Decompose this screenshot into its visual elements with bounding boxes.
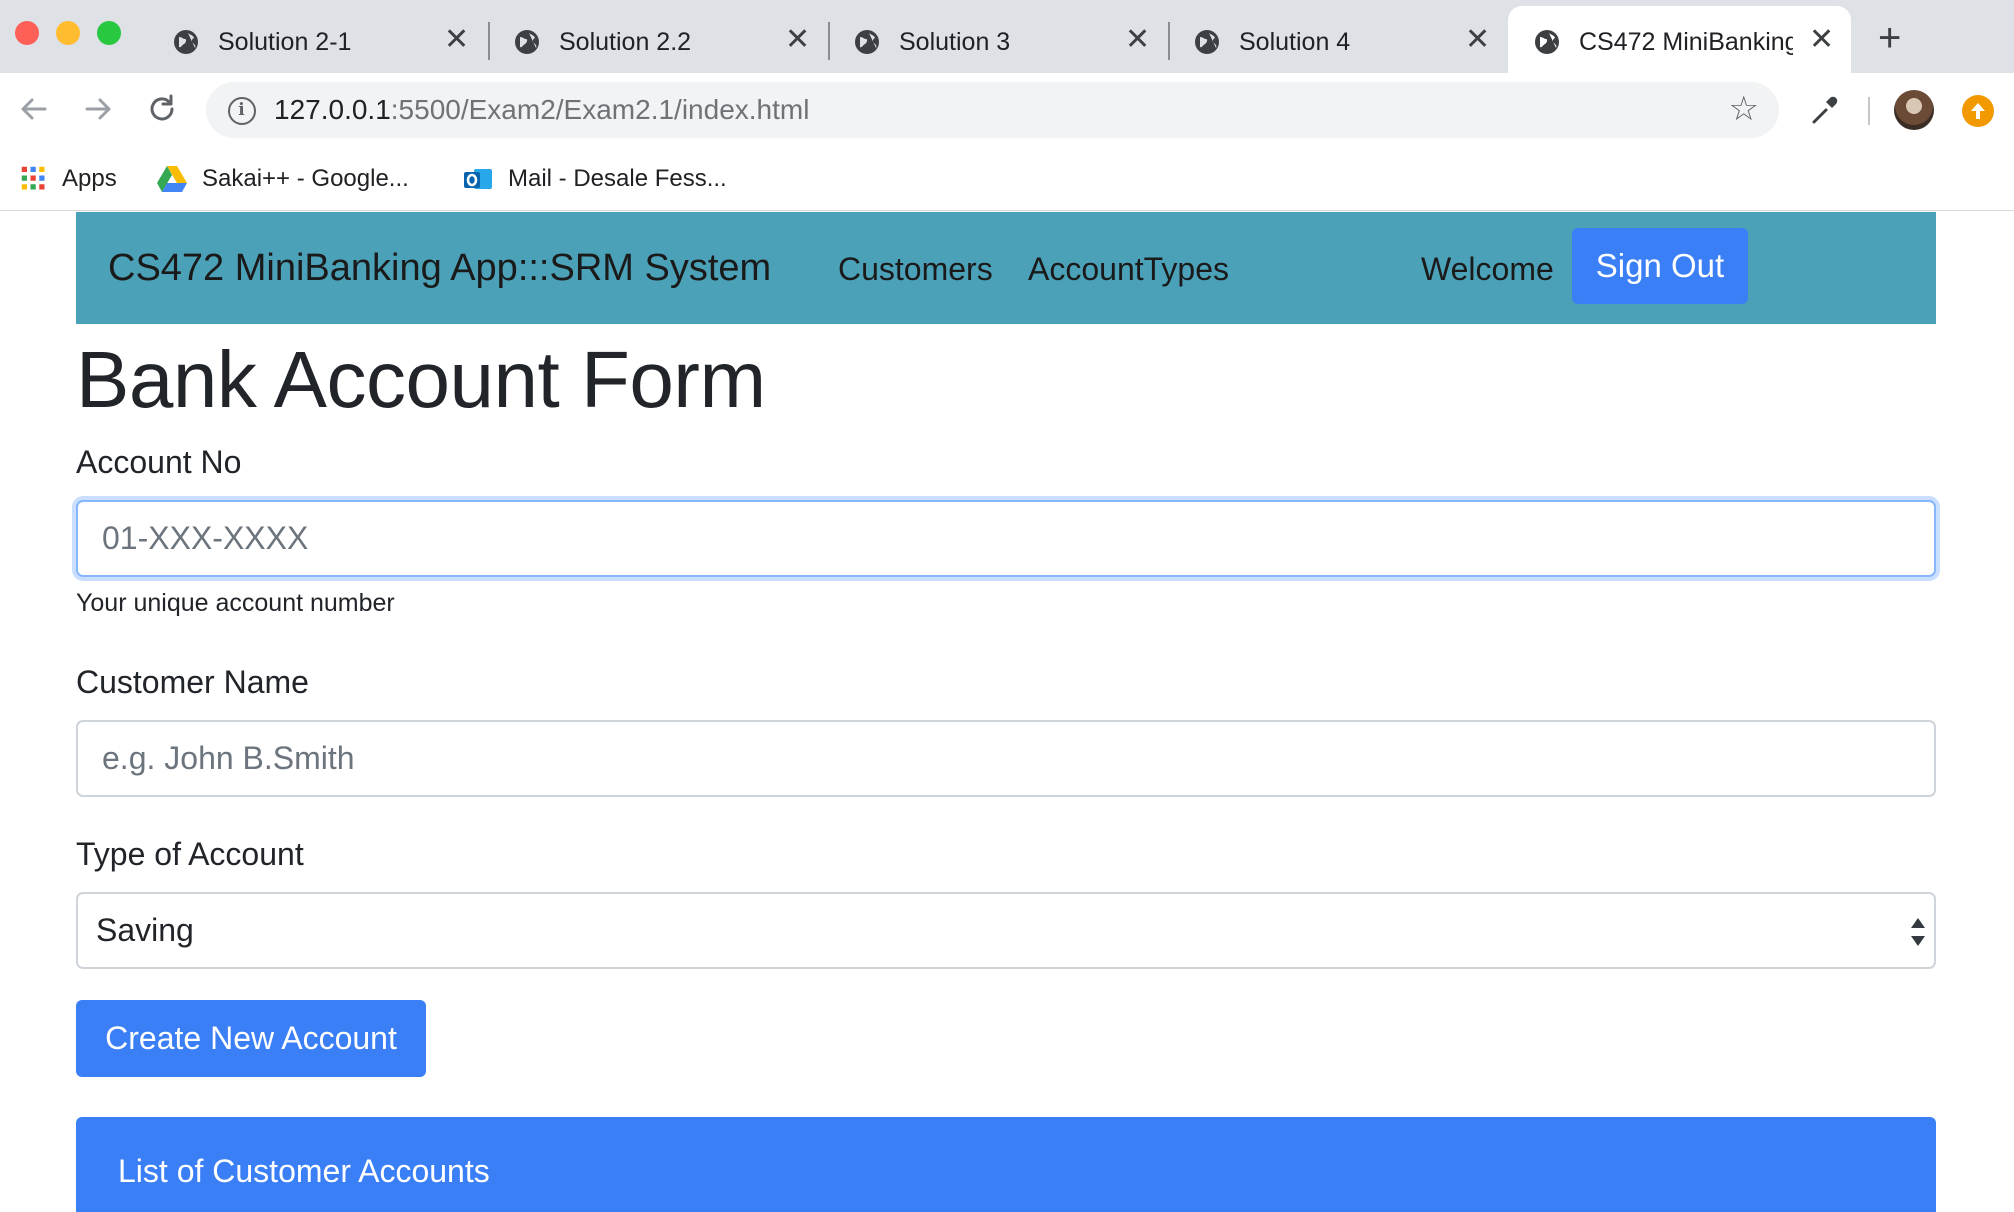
sign-out-button[interactable]: Sign Out	[1572, 228, 1748, 304]
tab-separator	[828, 22, 830, 60]
account-no-placeholder: 01-XXX-XXXX	[102, 520, 309, 556]
tab-solution-3[interactable]: Solution 3 ✕	[853, 8, 1153, 73]
tab-solution-2-2[interactable]: Solution 2.2 ✕	[513, 8, 813, 73]
window-close-button[interactable]	[15, 21, 39, 45]
bookmark-mail[interactable]: Mail - Desale Fess...	[462, 159, 727, 199]
address-bar[interactable]: 127.0.0.1:5500/Exam2/Exam2.1/index.html …	[206, 82, 1779, 138]
nav-link-account-types[interactable]: AccountTypes	[1028, 249, 1229, 289]
back-arrow-icon[interactable]	[15, 90, 53, 128]
new-tab-icon[interactable]: +	[1878, 18, 1901, 58]
account-type-label: Type of Account	[76, 836, 304, 872]
browser-tabstrip: Solution 2-1 ✕ Solution 2.2 ✕ Solution 3…	[0, 0, 2014, 74]
forward-arrow-icon[interactable]	[79, 90, 117, 128]
bookmark-label: Mail - Desale Fess...	[508, 165, 727, 192]
window-minimize-button[interactable]	[56, 21, 80, 45]
accounts-panel-title: List of Customer Accounts	[118, 1153, 490, 1189]
welcome-text: Welcome	[1421, 251, 1554, 287]
page-title: Bank Account Form	[76, 335, 766, 424]
globe-icon	[1535, 30, 1559, 54]
tab-cs472-minibanking[interactable]: CS472 MiniBanking ✕	[1533, 8, 1834, 73]
navbar-brand[interactable]: CS472 MiniBanking App:::SRM System	[108, 245, 771, 291]
account-no-label: Account No	[76, 444, 242, 480]
tab-title: Solution 2.2	[559, 28, 692, 56]
account-type-selected: Saving	[96, 912, 194, 948]
close-icon[interactable]: ✕	[444, 25, 469, 55]
account-type-select[interactable]: Saving	[76, 892, 1936, 969]
toolbar-divider	[1868, 97, 1870, 125]
window-zoom-button[interactable]	[97, 21, 121, 45]
nav-link-customers[interactable]: Customers	[838, 249, 993, 289]
url-text[interactable]: 127.0.0.1:5500/Exam2/Exam2.1/index.html	[274, 94, 809, 126]
select-arrows-icon	[1911, 918, 1925, 946]
close-icon[interactable]: ✕	[1465, 25, 1490, 55]
account-no-input[interactable]: 01-XXX-XXXX	[76, 500, 1936, 577]
bookmarks-bar: Apps Sakai++ - Google... Mail - Desale F…	[0, 147, 2014, 211]
tab-solution-4[interactable]: Solution 4 ✕	[1193, 8, 1493, 73]
apps-grid-icon	[21, 166, 45, 190]
browser-toolbar: 127.0.0.1:5500/Exam2/Exam2.1/index.html …	[0, 73, 2014, 147]
tab-title: Solution 2-1	[218, 28, 352, 56]
reload-icon[interactable]	[143, 90, 181, 128]
customer-name-placeholder: e.g. John B.Smith	[102, 740, 355, 776]
close-icon[interactable]: ✕	[1125, 25, 1150, 55]
globe-icon	[1195, 30, 1219, 54]
accounts-panel-header: List of Customer Accounts	[76, 1117, 1936, 1212]
tab-title: CS472 MiniBanking	[1579, 28, 1793, 56]
profile-avatar[interactable]	[1894, 90, 1934, 130]
globe-icon	[174, 30, 198, 54]
create-account-button[interactable]: Create New Account	[76, 1000, 426, 1077]
tab-solution-2-1[interactable]: Solution 2-1 ✕	[172, 8, 472, 73]
bookmark-label: Apps	[62, 165, 117, 192]
app-navbar: CS472 MiniBanking App:::SRM System Custo…	[76, 212, 1936, 324]
bookmark-apps[interactable]: Apps	[20, 159, 117, 199]
bookmark-sakai[interactable]: Sakai++ - Google...	[156, 159, 409, 199]
tab-separator	[488, 22, 490, 60]
tab-separator	[1168, 22, 1170, 60]
update-icon[interactable]	[1962, 95, 1994, 127]
tab-title: Solution 4	[1239, 28, 1351, 56]
page-viewport: CS472 MiniBanking App:::SRM System Custo…	[0, 212, 2014, 1212]
globe-icon	[855, 30, 879, 54]
eyedropper-icon[interactable]	[1806, 92, 1842, 128]
globe-icon	[515, 30, 539, 54]
account-no-help-text: Your unique account number	[76, 589, 395, 617]
google-drive-icon	[157, 166, 187, 192]
customer-name-label: Customer Name	[76, 664, 309, 700]
customer-name-input[interactable]: e.g. John B.Smith	[76, 720, 1936, 797]
bookmark-star-icon[interactable]: ☆	[1729, 92, 1759, 126]
tab-title: Solution 3	[899, 28, 1011, 56]
site-info-icon[interactable]	[228, 97, 256, 125]
outlook-icon	[464, 169, 492, 189]
bookmark-label: Sakai++ - Google...	[202, 165, 409, 192]
close-icon[interactable]: ✕	[785, 25, 810, 55]
close-icon[interactable]: ✕	[1809, 25, 1834, 55]
